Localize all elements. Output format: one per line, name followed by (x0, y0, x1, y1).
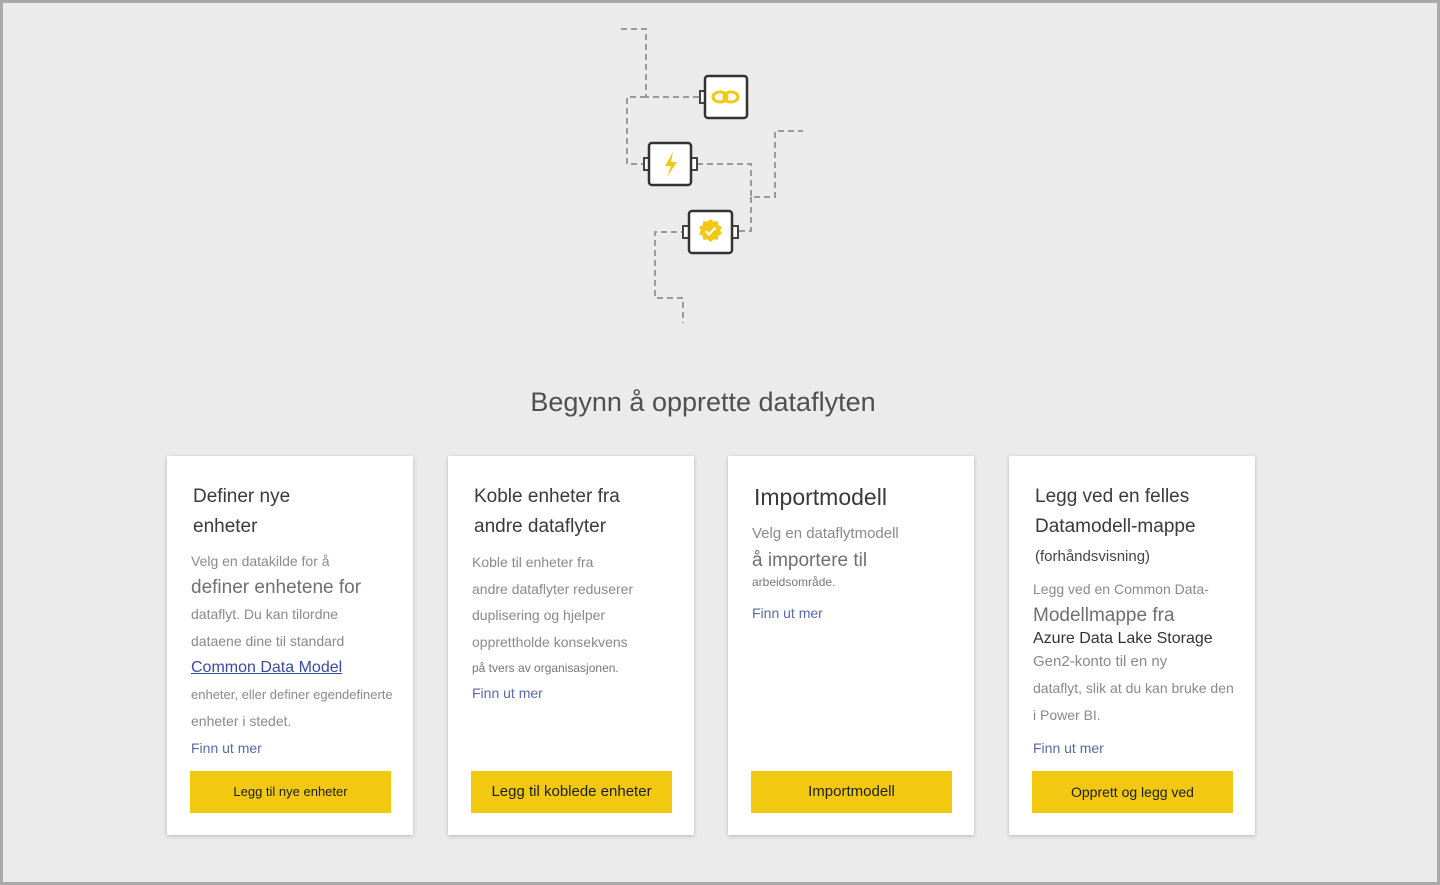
card-description: Legg ved en Common Data- Modellmappe fra… (1033, 576, 1251, 728)
desc-line: dataene dine til standard (191, 632, 345, 649)
learn-more-link[interactable]: Finn ut mer (752, 605, 823, 621)
desc-line: dataflyt, slik at du kan bruke den (1033, 680, 1234, 696)
desc-line: enheter, eller definer egendefinerte (191, 686, 393, 702)
desc-line: opprettholde konsekvens (472, 633, 628, 650)
link-icon (699, 74, 749, 120)
card-import-model: Importmodell Velg en dataflytmodell å im… (728, 456, 974, 835)
checkmark-badge-icon (682, 209, 739, 255)
card-description: Velg en dataflytmodell å importere til a… (752, 521, 962, 590)
learn-more-link[interactable]: Finn ut mer (191, 740, 262, 756)
card-link-entities: Koble enheter fra andre dataflyter Koble… (448, 456, 694, 835)
desc-line: Velg en dataflytmodell (752, 525, 899, 542)
card-title: Legg ved en felles Datamodell-mappe (for… (1035, 482, 1235, 572)
desc-line: å importere til (752, 549, 868, 571)
desc-line: Legg ved en Common Data- (1033, 581, 1209, 597)
add-new-entities-button[interactable]: Legg til nye enheter (190, 771, 391, 813)
dataflow-illustration (621, 28, 803, 323)
learn-more-link[interactable]: Finn ut mer (472, 685, 543, 701)
card-define-new-entities: Definer nye enheter Velg en datakilde fo… (167, 456, 413, 835)
desc-line: dataflyt. Du kan tilordne (191, 606, 339, 622)
card-title: Importmodell (754, 484, 887, 510)
card-attach-cdm-folder: Legg ved en felles Datamodell-mappe (for… (1009, 456, 1255, 835)
create-and-attach-button[interactable]: Opprett og legg ved (1032, 771, 1233, 813)
preview-label: (forhåndsvisning) (1035, 548, 1151, 565)
desc-line: Koble til enheter fra (472, 554, 594, 570)
import-model-button[interactable]: Importmodell (751, 771, 952, 813)
learn-more-link[interactable]: Finn ut mer (1033, 740, 1104, 756)
desc-line: arbeidsområde. (752, 575, 836, 589)
card-title-text: Legg ved en felles Datamodell-mappe (1035, 486, 1196, 537)
desc-line: i Power BI. (1033, 706, 1101, 723)
desc-line: definer enhetene for (191, 576, 362, 598)
desc-line: duplisering og hjelper (472, 607, 606, 623)
page-title: Begynn å opprette dataflyten (530, 387, 876, 417)
dataflow-start-page: Begynn å opprette dataflyten Definer nye… (0, 0, 1440, 885)
lightning-icon (643, 141, 698, 187)
card-title: Definer nye enheter (193, 486, 291, 537)
card-description: Koble til enheter fra andre dataflyter r… (472, 549, 682, 682)
desc-line: enheter i stedet. (191, 713, 292, 729)
common-data-model-link[interactable]: Common Data Model (191, 659, 342, 676)
desc-line: andre dataflyter reduserer (472, 580, 634, 597)
desc-line: Modellmappe fra (1033, 604, 1175, 626)
add-linked-entities-button[interactable]: Legg til koblede enheter (471, 771, 672, 813)
desc-line: Gen2-konto til en ny (1033, 652, 1168, 670)
desc-line: Azure Data Lake Storage (1033, 629, 1213, 647)
desc-line: Velg en datakilde for å (191, 553, 330, 569)
card-title: Koble enheter fra andre dataflyter (474, 486, 620, 537)
card-description: Velg en datakilde for å definer enhetene… (191, 548, 401, 735)
desc-line: på tvers av organisasjonen. (472, 661, 619, 675)
